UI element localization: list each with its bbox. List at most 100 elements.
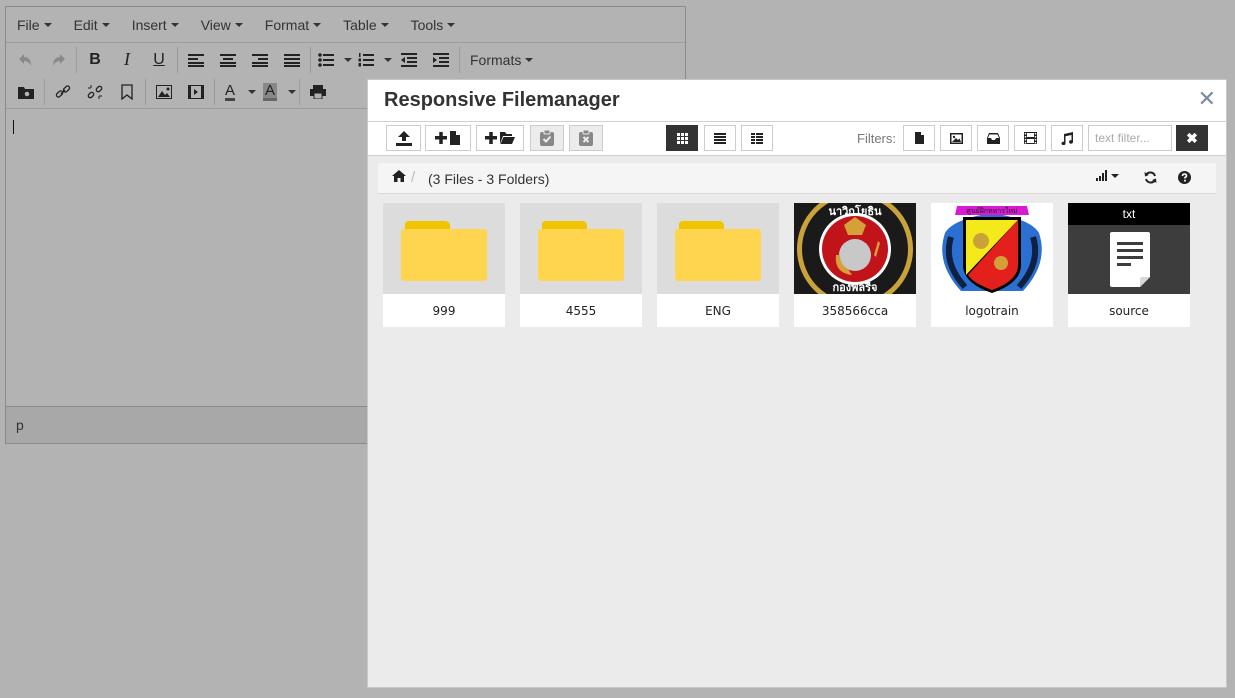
filter-music-button[interactable] xyxy=(1051,125,1083,151)
home-icon[interactable] xyxy=(392,170,406,182)
bold-button[interactable]: B xyxy=(79,46,111,74)
new-folder-button[interactable] xyxy=(476,125,524,151)
numbered-list-button[interactable] xyxy=(353,46,379,74)
bullet-list-button[interactable] xyxy=(313,46,339,74)
menu-format[interactable]: Format xyxy=(260,17,326,33)
caret-down-icon xyxy=(248,90,256,94)
text-color-button[interactable]: A xyxy=(217,78,243,106)
dialog-title: Responsive Filemanager xyxy=(384,89,620,111)
formats-dropdown[interactable]: Formats xyxy=(462,52,541,68)
plus-folder-icon xyxy=(485,132,515,144)
align-center-button[interactable] xyxy=(212,46,244,74)
align-justify-button[interactable] xyxy=(276,46,308,74)
close-button[interactable]: ✕ xyxy=(1198,88,1216,110)
filter-archives-button[interactable] xyxy=(977,125,1009,151)
new-file-button[interactable] xyxy=(425,125,471,151)
columns-view-icon xyxy=(751,132,763,144)
numbered-list-dropdown[interactable] xyxy=(379,57,393,62)
menu-insert[interactable]: Insert xyxy=(127,17,184,33)
text-cursor xyxy=(13,120,14,134)
bullet-list-dropdown[interactable] xyxy=(339,57,353,62)
svg-text:นาวิกโยธิน: นาวิกโยธิน xyxy=(828,204,882,218)
filter-files-button[interactable] xyxy=(903,125,935,151)
item-name: 358566cca xyxy=(821,304,889,318)
menu-label: File xyxy=(17,16,40,33)
background-color-icon: A xyxy=(262,82,277,101)
grid-view-icon xyxy=(676,132,688,144)
unlink-button[interactable] xyxy=(79,78,111,106)
folder-item[interactable]: 4555 xyxy=(520,203,642,327)
help-button[interactable] xyxy=(1178,171,1191,184)
filemanager-dialog: Responsive Filemanager ✕ Filters: text f… xyxy=(367,79,1227,688)
align-left-button[interactable] xyxy=(180,46,212,74)
clear-clipboard-button[interactable] xyxy=(569,125,603,151)
shield-logo-image: ศูนย์ฝึกทหารใหม่ xyxy=(931,203,1053,294)
align-right-button[interactable] xyxy=(244,46,276,74)
toolbar-separator xyxy=(145,79,146,105)
folder-thumbnail xyxy=(520,203,642,294)
menu-view[interactable]: View xyxy=(196,17,248,33)
menu-file[interactable]: File xyxy=(12,17,57,33)
print-button[interactable] xyxy=(302,78,334,106)
menu-tools[interactable]: Tools xyxy=(406,17,461,33)
italic-icon: I xyxy=(124,49,130,69)
indent-button[interactable] xyxy=(425,46,457,74)
refresh-button[interactable] xyxy=(1144,171,1157,184)
print-icon xyxy=(310,85,326,99)
image-item[interactable]: ศูนย์ฝึกทหารใหม่ logotrain xyxy=(931,203,1053,327)
film-icon xyxy=(188,85,204,99)
insert-link-button[interactable] xyxy=(47,78,79,106)
text-color-dropdown[interactable] xyxy=(243,90,257,94)
menu-table[interactable]: Table xyxy=(338,17,393,33)
menu-edit[interactable]: Edit xyxy=(69,17,115,33)
upload-button[interactable] xyxy=(386,125,421,151)
sort-dropdown[interactable] xyxy=(1096,170,1119,181)
caret-down-icon xyxy=(170,22,179,27)
emblem-image: นาวิกโยธิน กองพลรีจ xyxy=(794,203,916,294)
file-browser-button[interactable] xyxy=(10,78,42,106)
paste-button[interactable] xyxy=(530,125,564,151)
view-list-button[interactable] xyxy=(704,125,736,151)
italic-button[interactable]: I xyxy=(111,46,143,74)
undo-button[interactable] xyxy=(10,46,42,74)
menu-label: Tools xyxy=(410,16,444,33)
menu-label: Format xyxy=(264,16,310,33)
formats-label: Formats xyxy=(470,51,522,68)
file-item[interactable]: txt source xyxy=(1068,203,1190,327)
anchor-button[interactable] xyxy=(111,78,143,106)
caret-down-icon xyxy=(447,22,456,27)
folder-thumbnail xyxy=(383,203,505,294)
filemanager-toolbar: Filters: ✖ xyxy=(368,122,1226,156)
bullet-list-icon xyxy=(318,52,334,67)
caret-down-icon xyxy=(380,22,389,27)
folder-thumbnail xyxy=(657,203,779,294)
clipboard-check-icon xyxy=(540,130,554,146)
view-grid-button[interactable] xyxy=(666,125,698,151)
redo-button[interactable] xyxy=(42,46,74,74)
folder-item[interactable]: ENG xyxy=(657,203,779,327)
text-filter-input[interactable] xyxy=(1088,125,1172,151)
folder-icon xyxy=(538,221,624,281)
insert-media-button[interactable] xyxy=(180,78,212,106)
clear-filter-button[interactable]: ✖ xyxy=(1176,125,1208,151)
svg-text:ศูนย์ฝึกทหารใหม่: ศูนย์ฝึกทหารใหม่ xyxy=(966,206,1017,215)
background-color-dropdown[interactable] xyxy=(283,90,297,94)
toolbar-separator xyxy=(76,46,77,73)
outdent-button[interactable] xyxy=(393,46,425,74)
toolbar-separator xyxy=(459,46,460,73)
item-name: source xyxy=(1109,304,1149,318)
background-color-button[interactable]: A xyxy=(257,78,283,106)
toolbar-separator xyxy=(214,79,215,105)
folder-icon xyxy=(401,221,487,281)
image-thumbnail: ศูนย์ฝึกทหารใหม่ xyxy=(931,203,1053,294)
underline-button[interactable]: U xyxy=(143,46,175,74)
filters-label: Filters: xyxy=(857,131,896,146)
filter-images-button[interactable] xyxy=(940,125,972,151)
filter-videos-button[interactable] xyxy=(1014,125,1046,151)
folder-item[interactable]: 999 xyxy=(383,203,505,327)
caret-down-icon xyxy=(384,57,392,62)
element-path[interactable]: p xyxy=(16,417,24,433)
insert-image-button[interactable] xyxy=(148,78,180,106)
view-columns-button[interactable] xyxy=(741,125,773,151)
image-item[interactable]: นาวิกโยธิน กองพลรีจ 358566cca xyxy=(794,203,916,327)
